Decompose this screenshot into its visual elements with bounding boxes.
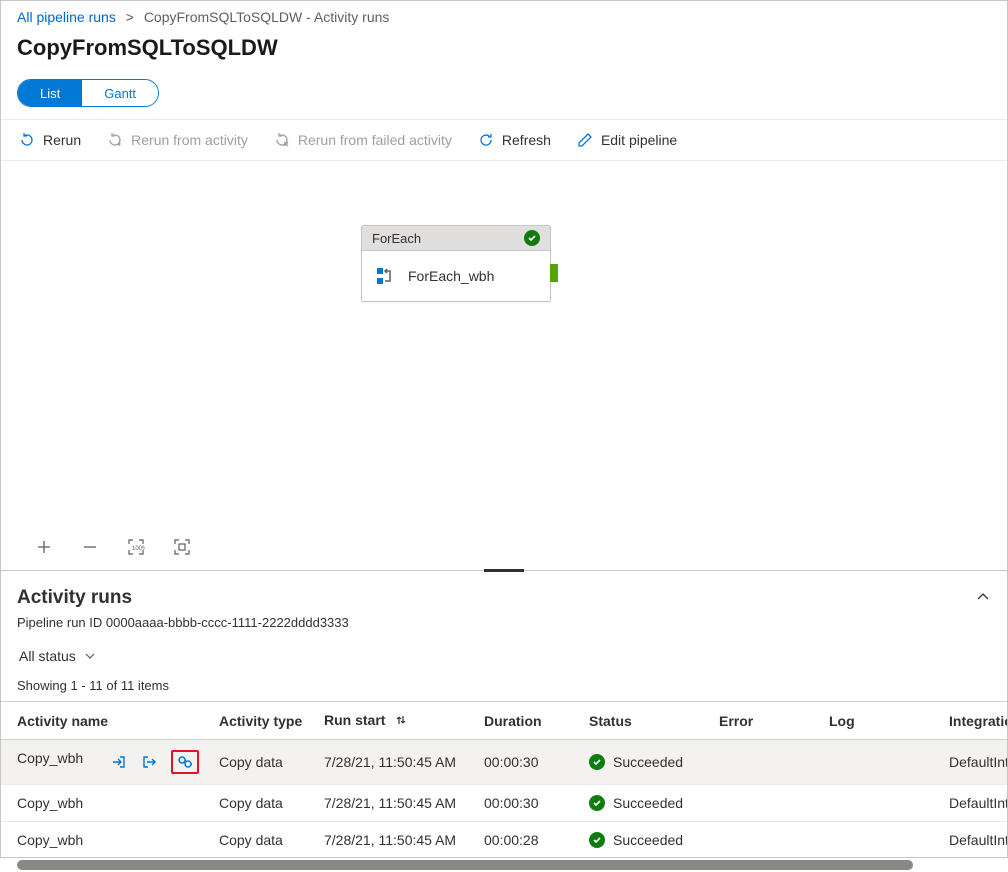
cell-status-text: Succeeded — [613, 795, 683, 811]
cell-activity-type: Copy data — [211, 785, 316, 822]
activity-node-header: ForEach — [362, 226, 550, 251]
sort-icon — [395, 713, 407, 729]
col-run-start[interactable]: Run start — [316, 702, 476, 740]
breadcrumb-root-link[interactable]: All pipeline runs — [17, 9, 116, 25]
cell-integration-runtime: DefaultIntegrationRuntime — [941, 740, 1007, 785]
cell-status: Succeeded — [581, 740, 711, 785]
cell-integration-runtime: DefaultIntegrationRuntime — [941, 822, 1007, 859]
rerun-activity-icon — [107, 132, 123, 148]
showing-count: Showing 1 - 11 of 11 items — [1, 678, 1007, 701]
cell-duration: 00:00:30 — [476, 785, 581, 822]
breadcrumb-separator: > — [120, 9, 140, 25]
table-header-row: Activity name Activity type Run start Du… — [1, 702, 1007, 740]
table-row[interactable]: Copy_wbh Copy data 7/28/21, 11:50:45 AM … — [1, 822, 1007, 859]
horizontal-scrollbar[interactable] — [17, 858, 991, 872]
panel-resize-handle[interactable] — [484, 569, 524, 572]
success-icon — [589, 832, 605, 848]
cell-activity-name: Copy_wbh — [17, 795, 83, 811]
input-icon[interactable] — [111, 754, 127, 770]
zoom-out-button[interactable] — [81, 538, 99, 556]
foreach-icon — [374, 265, 396, 287]
cell-run-start: 7/28/21, 11:50:45 AM — [316, 740, 476, 785]
chevron-down-icon — [84, 650, 96, 662]
cell-activity-name: Copy_wbh — [17, 750, 83, 766]
zoom-reset-button[interactable]: 100% — [127, 538, 145, 556]
cell-run-start: 7/28/21, 11:50:45 AM — [316, 785, 476, 822]
success-icon — [589, 795, 605, 811]
page-title: CopyFromSQLToSQLDW — [1, 31, 1007, 79]
activity-runs-header: Activity runs — [1, 571, 1007, 613]
cell-activity-name: Copy_wbh — [17, 832, 83, 848]
status-filter-dropdown[interactable]: All status — [17, 644, 102, 668]
cell-status-text: Succeeded — [613, 832, 683, 848]
activity-node-name: ForEach_wbh — [408, 268, 494, 284]
col-activity-name[interactable]: Activity name — [1, 702, 211, 740]
refresh-icon — [478, 132, 494, 148]
cell-log — [821, 822, 941, 859]
canvas-controls: 100% — [35, 538, 191, 556]
collapse-section-button[interactable] — [975, 589, 991, 608]
action-bar: Rerun Rerun from activity Rerun from fai… — [1, 119, 1007, 161]
col-duration[interactable]: Duration — [476, 702, 581, 740]
view-toggle-gantt[interactable]: Gantt — [82, 80, 158, 106]
col-run-start-label: Run start — [324, 712, 385, 728]
view-toggle: List Gantt — [17, 79, 159, 107]
activity-node-body: ForEach_wbh — [362, 251, 550, 301]
success-icon — [589, 754, 605, 770]
refresh-button[interactable]: Refresh — [468, 126, 561, 154]
row-actions — [111, 750, 199, 774]
cell-activity-type: Copy data — [211, 740, 316, 785]
activity-success-port[interactable] — [550, 264, 558, 282]
success-status-icon — [524, 230, 540, 246]
col-error[interactable]: Error — [711, 702, 821, 740]
output-icon[interactable] — [141, 754, 157, 770]
rerun-button[interactable]: Rerun — [9, 126, 91, 154]
status-filter-label: All status — [19, 648, 76, 664]
svg-text:100%: 100% — [132, 546, 145, 552]
zoom-in-button[interactable] — [35, 538, 53, 556]
col-activity-type[interactable]: Activity type — [211, 702, 316, 740]
foreach-activity-node[interactable]: ForEach ForEach_wbh — [361, 225, 551, 302]
table-row[interactable]: Copy_wbh Copy data 7/28/21, 11:50:45 AM … — [1, 785, 1007, 822]
cell-log — [821, 740, 941, 785]
cell-log — [821, 785, 941, 822]
cell-error — [711, 740, 821, 785]
cell-status: Succeeded — [581, 822, 711, 859]
activity-runs-table-wrap: Activity name Activity type Run start Du… — [1, 701, 1007, 858]
breadcrumb: All pipeline runs > CopyFromSQLToSQLDW -… — [1, 1, 1007, 31]
edit-label: Edit pipeline — [601, 132, 677, 148]
pipeline-run-id: Pipeline run ID 0000aaaa-bbbb-cccc-1111-… — [1, 613, 1007, 644]
pipeline-canvas[interactable]: ForEach ForEach_wbh 100% — [1, 161, 1007, 571]
edit-pipeline-button[interactable]: Edit pipeline — [567, 126, 687, 154]
col-log[interactable]: Log — [821, 702, 941, 740]
view-toggle-list[interactable]: List — [18, 80, 82, 106]
breadcrumb-current: CopyFromSQLToSQLDW - Activity runs — [144, 9, 390, 25]
details-icon[interactable] — [171, 750, 199, 774]
activity-runs-title: Activity runs — [17, 587, 132, 609]
activity-runs-table: Activity name Activity type Run start Du… — [1, 701, 1007, 858]
rerun-from-activity-button: Rerun from activity — [97, 126, 258, 154]
rerun-activity-label: Rerun from activity — [131, 132, 248, 148]
col-integration-runtime[interactable]: Integration runtime — [941, 702, 1007, 740]
edit-icon — [577, 132, 593, 148]
rerun-label: Rerun — [43, 132, 81, 148]
cell-activity-type: Copy data — [211, 822, 316, 859]
cell-integration-runtime: DefaultIntegrationRuntime — [941, 785, 1007, 822]
rerun-failed-icon — [274, 132, 290, 148]
cell-run-start: 7/28/21, 11:50:45 AM — [316, 822, 476, 859]
activity-node-type: ForEach — [372, 231, 421, 246]
rerun-from-failed-button: Rerun from failed activity — [264, 126, 462, 154]
rerun-failed-label: Rerun from failed activity — [298, 132, 452, 148]
cell-status-text: Succeeded — [613, 754, 683, 770]
refresh-label: Refresh — [502, 132, 551, 148]
cell-error — [711, 785, 821, 822]
cell-error — [711, 822, 821, 859]
cell-status: Succeeded — [581, 785, 711, 822]
zoom-fit-button[interactable] — [173, 538, 191, 556]
col-status[interactable]: Status — [581, 702, 711, 740]
cell-duration: 00:00:28 — [476, 822, 581, 859]
table-row[interactable]: Copy_wbh Copy data 7/28/21, 11:50:45 AM … — [1, 740, 1007, 785]
rerun-icon — [19, 132, 35, 148]
cell-duration: 00:00:30 — [476, 740, 581, 785]
